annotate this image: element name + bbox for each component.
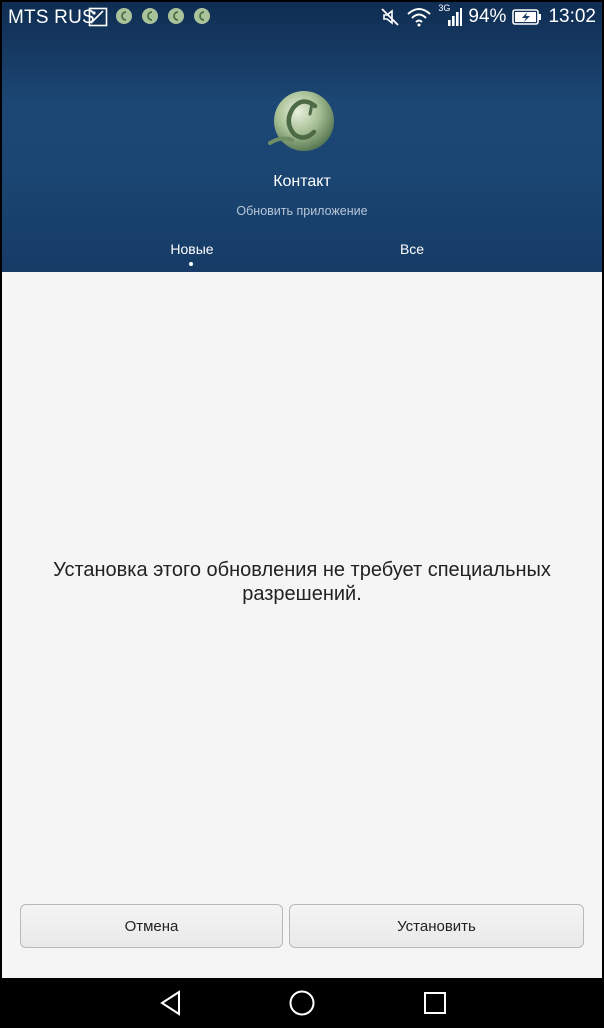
battery-percentage: 94% [468, 6, 507, 27]
navigation-bar [2, 978, 602, 1026]
app-notification-icon [142, 8, 158, 24]
home-icon[interactable] [289, 990, 315, 1016]
tab-new[interactable]: Новые [132, 241, 252, 257]
tab-all[interactable]: Все [352, 241, 472, 257]
cancel-button[interactable]: Отмена [20, 904, 283, 948]
signal-icon [448, 8, 463, 26]
app-logo-icon [268, 91, 334, 151]
update-subtitle: Обновить приложение [236, 204, 368, 218]
app-notification-icon [116, 8, 132, 24]
notification-icons [88, 6, 212, 27]
signal-indicator: 3G [438, 3, 463, 28]
carrier-name: MTS RUS [8, 7, 95, 28]
back-icon[interactable] [158, 990, 184, 1016]
permissions-message: Установка этого обновления не требует сп… [53, 559, 551, 605]
battery-charging-icon [512, 9, 542, 25]
screen: MTS RUS 3G 94% 13:02 Контакт Обновить пр… [2, 2, 602, 1026]
install-button[interactable]: Установить [289, 904, 584, 948]
status-icons: 3G 94% 13:02 [380, 3, 596, 28]
mute-icon [381, 8, 400, 26]
header: MTS RUS 3G 94% 13:02 Контакт Обновить пр… [2, 2, 602, 272]
recent-apps-icon[interactable] [422, 990, 448, 1016]
app-notification-icon [168, 8, 184, 24]
image-icon [88, 7, 108, 26]
selected-tab-indicator [189, 262, 193, 266]
app-name: Контакт [273, 173, 331, 190]
status-bar: MTS RUS 3G 94% 13:02 [2, 2, 602, 32]
clock: 13:02 [548, 6, 596, 27]
wifi-icon [407, 8, 432, 27]
app-notification-icon [194, 8, 210, 24]
